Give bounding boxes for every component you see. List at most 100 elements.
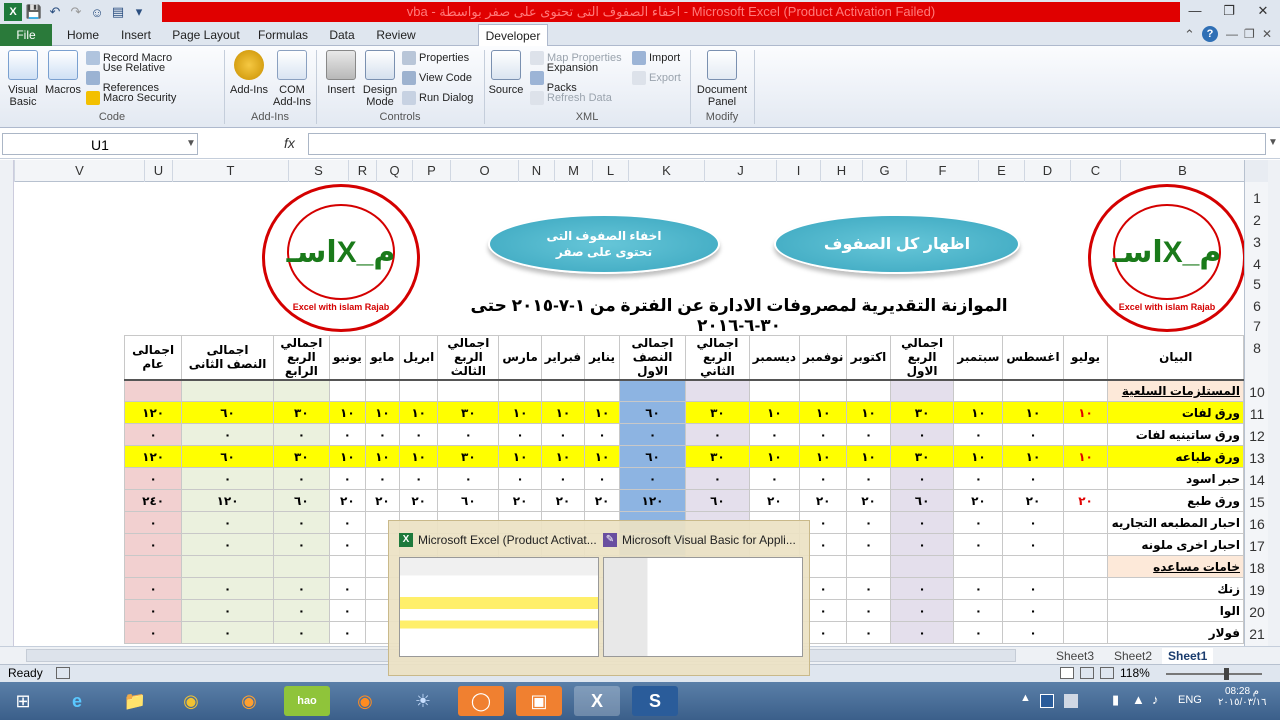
tray-app-icon[interactable] <box>1040 694 1054 708</box>
table-cell[interactable]: ٠ <box>123 621 183 644</box>
table-cell[interactable]: ٠ <box>1002 599 1064 622</box>
table-cell[interactable]: ٠ <box>272 511 330 534</box>
sheet-tab-sheet2[interactable]: Sheet2 <box>1108 648 1158 664</box>
expansion-packs-button[interactable]: Expansion Packs <box>530 62 630 94</box>
table-cell[interactable]: ١٢٠ <box>123 401 183 424</box>
table-cell[interactable] <box>618 379 687 402</box>
column-title[interactable]: ديسمبر <box>748 335 801 381</box>
table-cell[interactable]: ١٢٠ <box>618 489 687 512</box>
table-cell[interactable] <box>437 379 500 402</box>
table-cell[interactable]: ٠ <box>748 467 801 490</box>
page-break-view-icon[interactable] <box>1100 667 1114 679</box>
macros-button[interactable]: Macros <box>44 50 82 96</box>
restore-button[interactable]: ❐ <box>1212 0 1246 22</box>
table-cell[interactable]: ٠ <box>953 599 1004 622</box>
run-dialog-button[interactable]: Run Dialog <box>402 88 482 108</box>
table-cell[interactable]: ٢٠ <box>1002 489 1064 512</box>
table-cell[interactable]: ١٠ <box>1002 401 1064 424</box>
table-cell[interactable] <box>1062 511 1109 534</box>
table-cell[interactable]: ٢٠ <box>540 489 586 512</box>
hao123-icon[interactable]: hao <box>284 686 330 716</box>
table-cell[interactable] <box>328 555 366 578</box>
table-cell[interactable]: ٠ <box>953 533 1004 556</box>
table-cell[interactable]: ٠ <box>889 467 955 490</box>
table-cell[interactable] <box>889 379 955 402</box>
table-cell[interactable]: ٠ <box>584 467 620 490</box>
app-icon[interactable]: ☀ <box>400 686 446 716</box>
table-cell[interactable]: ١٠ <box>846 445 891 468</box>
column-header[interactable]: K <box>628 160 704 182</box>
table-cell[interactable]: ٣٠ <box>685 401 750 424</box>
row-label[interactable]: احبار اخرى ملونه <box>1107 533 1244 556</box>
table-cell[interactable]: ٠ <box>799 467 848 490</box>
table-cell[interactable]: ٠ <box>953 423 1004 446</box>
table-cell[interactable]: ٠ <box>181 577 274 600</box>
sheet-tab-sheet1[interactable]: Sheet1 <box>1162 648 1214 664</box>
recorder-icon[interactable]: ◯ <box>458 686 504 716</box>
table-cell[interactable]: ١٠ <box>364 445 400 468</box>
table-cell[interactable]: ١٠ <box>398 445 439 468</box>
column-header[interactable]: U <box>144 160 172 182</box>
table-cell[interactable]: ٠ <box>618 423 687 446</box>
table-cell[interactable]: ٢٤٠ <box>123 489 183 512</box>
visual-basic-button[interactable]: Visual Basic <box>4 50 42 108</box>
table-cell[interactable]: ٠ <box>584 423 620 446</box>
show-all-rows-button[interactable]: اظهار كل الصفوف <box>774 214 1020 274</box>
import-button[interactable]: Import <box>632 48 690 68</box>
row-header[interactable]: 10 <box>1245 384 1269 400</box>
column-title[interactable]: اكتوبر <box>846 335 891 381</box>
com-add-ins-button[interactable]: COM Add-Ins <box>272 50 312 108</box>
column-header[interactable]: D <box>1024 160 1070 182</box>
row-header[interactable]: 8 <box>1245 340 1269 356</box>
table-cell[interactable]: ١٠ <box>1002 445 1064 468</box>
row-label[interactable]: المستلزمات السلعية <box>1107 379 1244 402</box>
workbook-minimize-icon[interactable]: — <box>1226 27 1238 41</box>
column-title[interactable]: اجمالى عام <box>123 335 183 381</box>
table-cell[interactable]: ٠ <box>181 621 274 644</box>
table-cell[interactable]: ٠ <box>846 599 891 622</box>
table-cell[interactable]: ١٠ <box>748 401 801 424</box>
table-cell[interactable]: ٦٠ <box>437 489 500 512</box>
table-cell[interactable]: ٣٠ <box>889 445 955 468</box>
table-cell[interactable]: ٠ <box>1002 423 1064 446</box>
excel-taskbar-icon[interactable]: X <box>574 686 620 716</box>
table-cell[interactable] <box>1062 423 1109 446</box>
table-cell[interactable]: ٠ <box>618 467 687 490</box>
row-header[interactable]: 1 <box>1245 190 1269 206</box>
tab-file[interactable]: File <box>0 24 52 46</box>
table-cell[interactable]: ٠ <box>398 423 439 446</box>
row-header[interactable]: 12 <box>1245 428 1269 444</box>
tab-insert[interactable]: Insert <box>112 24 160 46</box>
table-cell[interactable]: ٠ <box>889 621 955 644</box>
table-cell[interactable] <box>846 555 891 578</box>
table-cell[interactable]: ٠ <box>846 423 891 446</box>
row-header[interactable]: 18 <box>1245 560 1269 576</box>
column-header[interactable]: F <box>906 160 978 182</box>
document-panel-button[interactable]: Document Panel <box>694 50 750 108</box>
table-cell[interactable] <box>328 379 366 402</box>
table-cell[interactable]: ٦٠ <box>618 401 687 424</box>
table-cell[interactable]: ١٠ <box>328 401 366 424</box>
column-title[interactable]: اغسطس <box>1002 335 1064 381</box>
table-cell[interactable]: ٠ <box>953 511 1004 534</box>
table-cell[interactable]: ٠ <box>846 577 891 600</box>
table-cell[interactable] <box>846 379 891 402</box>
volume-icon[interactable]: ♪ <box>1152 692 1159 707</box>
preview-excel[interactable]: X Microsoft Excel (Product Activat... <box>399 529 599 669</box>
table-cell[interactable]: ٠ <box>846 533 891 556</box>
internet-explorer-icon[interactable]: e <box>54 686 100 716</box>
table-cell[interactable] <box>272 379 330 402</box>
table-cell[interactable]: ١٢٠ <box>123 445 183 468</box>
formula-input[interactable] <box>308 133 1266 155</box>
table-cell[interactable] <box>1062 379 1109 402</box>
table-cell[interactable]: ٢٠ <box>584 489 620 512</box>
column-title[interactable]: يونيو <box>328 335 366 381</box>
row-header[interactable]: 11 <box>1245 406 1269 422</box>
table-cell[interactable]: ١٠ <box>748 445 801 468</box>
table-cell[interactable]: ٠ <box>398 467 439 490</box>
table-cell[interactable]: ٦٠ <box>272 489 330 512</box>
column-header[interactable]: G <box>862 160 906 182</box>
row-header[interactable]: 6 <box>1245 298 1269 314</box>
hide-zero-rows-button[interactable]: اخفاء الصفوف التى تحتوى على صفر <box>488 214 720 274</box>
table-cell[interactable]: ٢٠ <box>953 489 1004 512</box>
